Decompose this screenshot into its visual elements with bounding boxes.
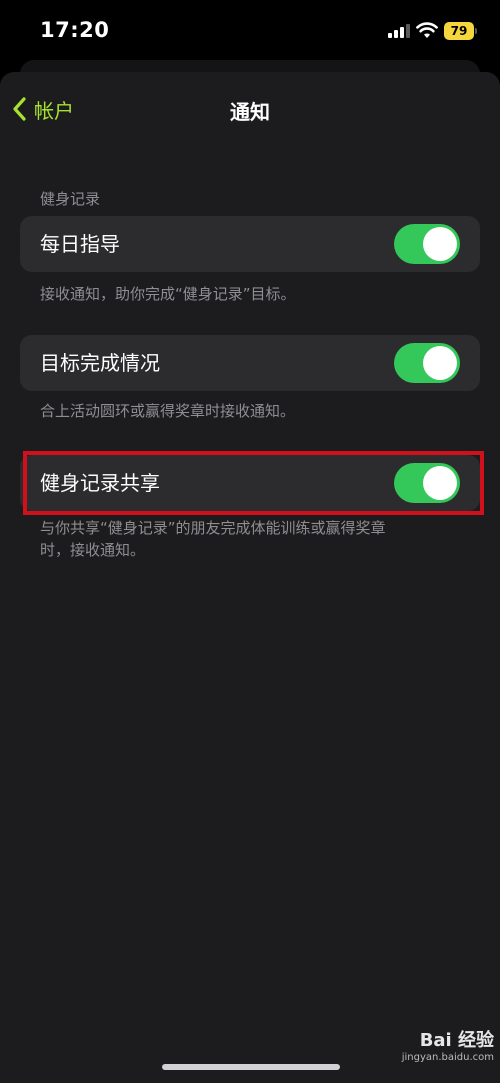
toggle-knob xyxy=(423,466,457,500)
watermark-url: jingyan.baidu.com xyxy=(401,1052,494,1063)
toggle-knob xyxy=(423,346,457,380)
notifications-sheet: 帐户 通知 健身记录 每日指导 接收通知，助你完成“健身记录”目标。 目标完成情… xyxy=(0,72,500,1083)
section-header: 健身记录 xyxy=(40,190,101,208)
row-goal-completion: 目标完成情况 xyxy=(20,335,480,391)
row-label: 目标完成情况 xyxy=(40,351,160,375)
footnote-activity-sharing: 与你共享“健身记录”的朋友完成体能训练或赢得奖章 时，接收通知。 xyxy=(40,517,460,561)
row-activity-sharing: 健身记录共享 xyxy=(20,455,480,511)
battery-icon: 79 xyxy=(444,22,474,40)
status-bar: 17:20 79 xyxy=(0,0,500,64)
goal-completion-toggle[interactable] xyxy=(394,343,460,383)
footnote-line: 时，接收通知。 xyxy=(40,541,146,559)
home-indicator[interactable] xyxy=(162,1064,340,1070)
cellular-signal-icon xyxy=(388,24,410,38)
row-daily-coaching: 每日指导 xyxy=(20,216,480,272)
page-title: 通知 xyxy=(230,100,270,124)
footnote-goal-completion: 合上活动圆环或赢得奖章时接收通知。 xyxy=(40,402,296,420)
toggle-knob xyxy=(423,227,457,261)
battery-tip xyxy=(475,28,477,34)
daily-coaching-toggle[interactable] xyxy=(394,224,460,264)
footnote-line: 与你共享“健身记录”的朋友完成体能训练或赢得奖章 xyxy=(40,519,386,537)
wifi-icon xyxy=(416,22,438,38)
activity-sharing-toggle[interactable] xyxy=(394,463,460,503)
row-label: 健身记录共享 xyxy=(40,471,160,495)
footnote-daily-coaching: 接收通知，助你完成“健身记录”目标。 xyxy=(40,285,296,303)
row-label: 每日指导 xyxy=(40,232,120,256)
watermark: Bai 经验 jingyan.baidu.com xyxy=(384,1031,494,1065)
watermark-logo: Bai 经验 xyxy=(419,1030,494,1051)
status-time: 17:20 xyxy=(40,18,110,42)
